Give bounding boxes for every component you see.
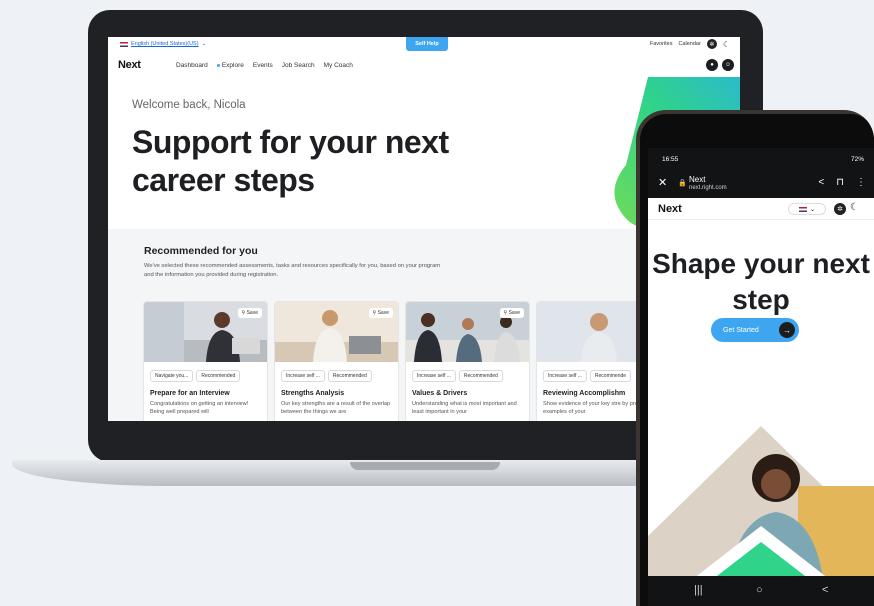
tag-category: Increase self ... xyxy=(281,370,325,382)
accessibility-icon[interactable]: ✲ xyxy=(706,39,717,49)
calendar-link[interactable]: Calendar xyxy=(679,41,701,47)
recent-apps-icon[interactable]: ||| xyxy=(694,584,703,596)
chevron-down-icon: ⌄ xyxy=(201,41,207,47)
bookmark-icon: ⚲ xyxy=(241,310,246,316)
us-flag-icon xyxy=(798,206,807,212)
card-image: ⚲ Save xyxy=(275,302,398,362)
top-links: Favorites Calendar ✲ ☾ xyxy=(650,39,730,49)
accessibility-icon[interactable]: ✲ xyxy=(834,203,846,215)
card-strengths-analysis[interactable]: ⚲ Save Increase self ... Recommended Str… xyxy=(274,301,399,421)
card-prepare-interview[interactable]: ⚲ Save Navigate you... Recommended Prepa… xyxy=(143,301,268,421)
user-avatar-icon[interactable]: ☺ xyxy=(722,59,734,71)
recommended-description: We've selected these recommended assessm… xyxy=(144,263,441,278)
phone-system-nav: ||| ○ < xyxy=(648,576,874,606)
nav-job-search[interactable]: Job Search xyxy=(282,62,315,69)
nav-explore[interactable]: Explore xyxy=(217,62,244,69)
phone-screen: 16:55 72% ✕ 🔒 Next next.right.com < ⊓ ⋮ … xyxy=(648,148,874,606)
bookmark-icon: ⚲ xyxy=(372,310,377,316)
home-icon[interactable]: ○ xyxy=(756,584,763,596)
arrow-right-icon: → xyxy=(779,322,795,338)
notifications-icon[interactable]: ● xyxy=(706,59,718,71)
tag-category: Increase self ... xyxy=(543,370,587,382)
get-started-button[interactable]: Get Started → xyxy=(711,318,799,342)
moon-icon[interactable]: ☾ xyxy=(723,40,730,49)
recommended-title: Recommended for you xyxy=(144,245,258,257)
tag-category: Increase self ... xyxy=(412,370,456,382)
top-utility-bar: English (United States)(US) ⌄ Self Help … xyxy=(108,37,740,53)
tag-recommended: Recommended xyxy=(327,370,372,382)
browser-site-title: Next xyxy=(689,175,706,184)
save-button[interactable]: ⚲ Save xyxy=(499,308,524,318)
favorites-link[interactable]: Favorites xyxy=(650,41,673,47)
status-time: 16:55 xyxy=(662,156,679,163)
phone-hero-photo xyxy=(648,426,874,586)
status-battery: 72% xyxy=(850,156,864,163)
card-text: Congratulations on getting an interview!… xyxy=(150,401,249,415)
save-label: Save xyxy=(377,310,389,316)
card-tags: Navigate you... Recommended xyxy=(144,362,267,382)
recommendation-cards: ⚲ Save Navigate you... Recommended Prepa… xyxy=(143,301,661,421)
phone-browser-bar: ✕ 🔒 Next next.right.com < ⊓ ⋮ xyxy=(648,170,874,198)
browser-url[interactable]: next.right.com xyxy=(689,185,727,191)
phone-nav: Next ⌄ ✲ ☾ xyxy=(648,198,874,220)
phone-status-bar: 16:55 72% xyxy=(648,148,874,170)
card-tags: Increase self ... Recommended xyxy=(275,362,398,382)
card-title: Strengths Analysis xyxy=(281,390,345,397)
save-button[interactable]: ⚲ Save xyxy=(237,308,262,318)
welcome-text: Welcome back, Nicola xyxy=(132,99,246,111)
phone-hero-headline: Shape your next step xyxy=(652,248,870,315)
tag-recommended: Recommende xyxy=(589,370,632,382)
browser-actions: < ⊓ ⋮ xyxy=(818,177,866,188)
share-icon[interactable]: < xyxy=(818,177,824,188)
card-title: Values & Drivers xyxy=(412,390,468,397)
save-label: Save xyxy=(508,310,520,316)
card-values-drivers[interactable]: ⚲ Save Increase self ... Recommended Val… xyxy=(405,301,530,421)
phone-language-selector[interactable]: ⌄ xyxy=(788,203,826,215)
nav-my-coach[interactable]: My Coach xyxy=(324,62,353,69)
hero-headline: Support for your next career steps xyxy=(132,124,449,198)
tag-category: Navigate you... xyxy=(150,370,194,382)
bookmark-icon[interactable]: ⊓ xyxy=(836,177,844,188)
card-tags: Increase self ... Recommended xyxy=(406,362,529,382)
more-icon[interactable]: ⋮ xyxy=(856,177,866,188)
card-image: ⚲ Save xyxy=(144,302,267,362)
nav-icons: ● ☺ xyxy=(706,59,734,71)
get-started-label: Get Started xyxy=(723,326,759,334)
language-selector[interactable]: English (United States)(US) ⌄ xyxy=(120,41,206,47)
stage: English (United States)(US) ⌄ Self Help … xyxy=(0,0,874,606)
card-title: Prepare for an Interview xyxy=(150,390,230,397)
self-help-button[interactable]: Self Help xyxy=(406,37,448,51)
moon-icon[interactable]: ☾ xyxy=(850,202,859,213)
nav-dashboard[interactable]: Dashboard xyxy=(176,62,208,69)
card-text: Our key strengths are a result of the ov… xyxy=(281,401,391,415)
save-label: Save xyxy=(246,310,258,316)
nav-events[interactable]: Events xyxy=(253,62,273,69)
tag-recommended: Recommended xyxy=(196,370,241,382)
bookmark-icon: ⚲ xyxy=(503,310,508,316)
card-image: ⚲ Save xyxy=(406,302,529,362)
save-button[interactable]: ⚲ Save xyxy=(368,308,393,318)
phone-logo[interactable]: Next xyxy=(658,203,682,215)
nav-links: Dashboard Explore Events Job Search My C… xyxy=(176,62,353,69)
lock-icon: 🔒 xyxy=(678,180,687,187)
laptop-notch xyxy=(350,462,500,470)
back-icon[interactable]: < xyxy=(822,584,828,596)
main-nav: Next Dashboard Explore Events Job Search… xyxy=(108,55,740,77)
tag-recommended: Recommended xyxy=(458,370,503,382)
woman-on-phone-photo xyxy=(648,426,874,586)
card-text: Understanding what is most important and… xyxy=(412,401,517,415)
logo[interactable]: Next xyxy=(118,59,141,71)
us-flag-icon xyxy=(120,41,128,47)
language-label: English (United States)(US) xyxy=(131,41,199,47)
close-icon[interactable]: ✕ xyxy=(658,176,667,189)
chevron-down-icon: ⌄ xyxy=(809,206,816,213)
